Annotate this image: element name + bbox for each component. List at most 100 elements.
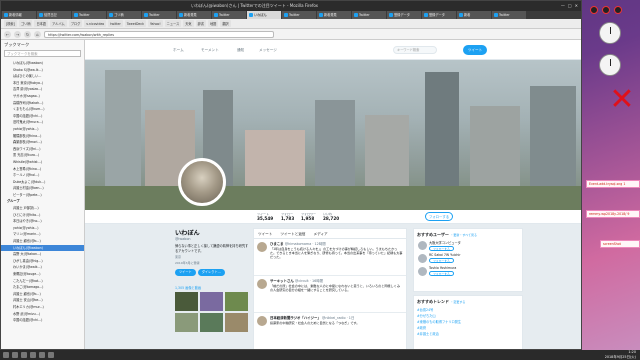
stat-likes[interactable]: いいね 28,720 <box>323 212 339 221</box>
follow-user-button[interactable]: フォローする <box>429 258 454 263</box>
bookmark-item[interactable]: 木上霊希(@kino...) <box>1 166 84 173</box>
bookmark-item[interactable]: yohiz(@yohiz...) <box>1 126 84 133</box>
bookmark-item[interactable]: こたんだー(@kot...) <box>1 278 84 285</box>
bookmark-link[interactable]: Yahoo! <box>147 20 163 27</box>
bookmark-folder[interactable]: グループ <box>1 198 84 205</box>
browser-tab[interactable]: Twitter <box>72 11 106 19</box>
browser-tab[interactable]: Twitter <box>352 11 386 19</box>
bookmark-item[interactable]: 弁護士 顧也(@b...) <box>1 291 84 298</box>
bookmark-search-input[interactable]: ブックマークを検索 <box>4 50 81 57</box>
browser-tab[interactable]: ゴリ柄 <box>107 11 141 19</box>
bookmark-item[interactable]: たまご(@tamago...) <box>1 284 84 291</box>
taskbar-app-icon[interactable] <box>39 352 45 358</box>
nav-home[interactable]: ホーム <box>173 40 184 60</box>
bookmark-item[interactable]: 黒 光志(@kuro...) <box>1 152 84 159</box>
analog-clock-widget[interactable] <box>599 22 621 44</box>
face-icon-3[interactable] <box>614 6 622 14</box>
bookmark-item[interactable]: 東郷記(@touge...) <box>1 271 84 278</box>
browser-tab[interactable]: Twitter <box>282 11 316 19</box>
tab-media[interactable]: メディア <box>314 229 328 238</box>
trend-item[interactable]: #弁護士と政治 <box>417 331 519 337</box>
bookmark-link[interactable]: [検索] <box>4 20 17 27</box>
bookmark-item[interactable]: わいかま(@waik...) <box>1 264 84 271</box>
refresh-link[interactable]: ・更新・すべて見る <box>450 233 477 237</box>
bookmark-item[interactable]: ホールノ(@hol...) <box>1 172 84 179</box>
bookmark-item[interactable]: Shoko S(@wa.lk...) <box>1 67 84 74</box>
tab-tweets-replies[interactable]: ツイートと返信 <box>280 229 305 238</box>
bookmark-item[interactable]: 中国の話題(@chi...) <box>1 113 84 120</box>
photo-thumb[interactable] <box>200 292 223 311</box>
taskbar-app-icon[interactable] <box>12 352 18 358</box>
profile-avatar[interactable] <box>178 158 226 206</box>
desktop-note[interactable]: Event-add-trysql-sng 1 <box>586 180 640 188</box>
photo-thumb[interactable] <box>225 292 248 311</box>
photo-thumb[interactable] <box>175 292 198 311</box>
suggested-user[interactable]: RC Sakai 7W Yuichir フォローする <box>417 253 519 266</box>
close-button[interactable]: ✕ <box>575 1 578 11</box>
follow-user-button[interactable]: フォローする <box>429 246 454 251</box>
back-arrow-icon[interactable]: ← <box>4 30 11 38</box>
bookmark-link[interactable]: TweetDeck <box>124 20 146 27</box>
twitter-search-input[interactable]: キーワード検索 <box>393 46 437 54</box>
browser-tab[interactable]: Twitter <box>212 11 246 19</box>
bookmark-item[interactable]: 弁護士 安山(@be...) <box>1 297 84 304</box>
bookmark-link[interactable]: ニュース <box>164 20 182 27</box>
nav-messages[interactable]: メッセージ <box>259 40 277 60</box>
browser-tab[interactable]: Twitter <box>492 11 526 19</box>
start-menu-icon[interactable] <box>3 352 9 358</box>
follow-user-button[interactable]: フォローする <box>429 271 454 276</box>
face-icon-2[interactable] <box>602 6 610 14</box>
minimize-button[interactable]: — <box>561 1 565 11</box>
bookmark-item[interactable]: 弁護士 戸部訳(...) <box>1 205 84 212</box>
browser-tab[interactable]: 新着 <box>457 11 491 19</box>
tweet-to-button[interactable]: ツイート <box>175 269 196 277</box>
bookmark-item[interactable]: マリン(@marin...) <box>1 231 84 238</box>
bookmark-item[interactable]: くまももん(@kum...) <box>1 106 84 113</box>
analog-clock-widget-2[interactable] <box>599 54 621 76</box>
forward-arrow-icon[interactable]: → <box>14 30 21 38</box>
photo-thumb[interactable] <box>225 313 248 332</box>
bookmark-item[interactable]: ピーター(@pete...) <box>1 192 84 199</box>
bookmark-item[interactable]: 高橋所司(@takah...) <box>1 100 84 107</box>
url-bar[interactable]: https://twitter.com/iwabon/with_replies <box>44 30 274 38</box>
bookmark-item[interactable]: 村木エリカ(@mur...) <box>1 304 84 311</box>
taskbar-clock[interactable]: 1:20 2018年9月25日(火) <box>605 350 636 360</box>
bookmark-item[interactable]: いわぼん(@iwabon) <box>1 60 84 67</box>
tweet-item[interactable]: ひまこま @himakomama · 12時間 「1年は自身をこうも続ける人々を… <box>254 239 406 276</box>
bookmark-link[interactable]: twitter <box>108 20 123 27</box>
bookmark-link[interactable]: ブログ <box>68 20 83 27</box>
bookmark-item[interactable]: 雛隈部長(@hina...) <box>1 133 84 140</box>
tweet-item[interactable]: サーキットさん @circuit · 16時間 「前だの所」社会の中には、素敵な… <box>254 276 406 313</box>
bookmark-item[interactable]: Duke太よこ(@duk...) <box>1 179 84 186</box>
bookmark-item[interactable]: 中国の話題(@chi...) <box>1 317 84 324</box>
bookmark-item[interactable]: サガオ(@sagao..) <box>1 93 84 100</box>
taskbar-app-icon[interactable] <box>30 352 36 358</box>
face-icon[interactable] <box>590 6 598 14</box>
tab-tweets[interactable]: ツイート <box>258 229 272 238</box>
bookmark-item[interactable]: 旧村鬼太(@mura...) <box>1 119 84 126</box>
reload-icon[interactable]: ↻ <box>24 30 31 38</box>
bookmark-item[interactable]: ひがし真由(@hig...) <box>1 258 84 265</box>
bookmark-item[interactable]: 高野 大(@takan...) <box>1 251 84 258</box>
bookmark-item[interactable]: ひとにけ(@hito...) <box>1 212 84 219</box>
taskbar-app-icon[interactable] <box>21 352 27 358</box>
bookmark-link[interactable]: アルバム <box>50 20 67 27</box>
desktop-note[interactable]: remmy-wp2018y-2018/ 9 <box>586 210 640 218</box>
suggested-user[interactable]: 大阪大学コンピュータ フォローする <box>417 240 519 253</box>
bookmark-item[interactable]: 本日はやき(@ho...) <box>1 218 84 225</box>
tweet-item[interactable]: 日本経済新聞ラジオ「ハイジー」 @nikkei_radio · 1日 投票家の中… <box>254 313 406 349</box>
close-x-icon[interactable]: ✕ <box>608 85 636 115</box>
bookmark-link[interactable]: 翻訳 <box>220 20 231 27</box>
browser-tab[interactable]: 登録データ <box>422 11 456 19</box>
photo-thumb[interactable] <box>200 313 223 332</box>
browser-tab[interactable]: 徒然日記 <box>37 11 71 19</box>
bookmark-item[interactable]: 吉澤 慶(@yosiza...) <box>1 86 84 93</box>
stat-followers[interactable]: フォロワー 1,958 <box>301 212 316 221</box>
bookmark-item[interactable]: いわぼん(@iwabon) <box>1 244 84 252</box>
bookmark-item[interactable]: 西浜ワイズ(@ni...) <box>1 146 84 153</box>
bookmark-link[interactable]: 日本語 <box>34 20 48 27</box>
bookmark-item[interactable]: yohiz(@yohiz...) <box>1 225 84 232</box>
compose-tweet-button[interactable]: ツイート <box>463 45 487 55</box>
bookmark-item[interactable]: 水野 武(@mizu...) <box>1 311 84 318</box>
direct-message-button[interactable]: ダイレクト... <box>197 269 225 277</box>
